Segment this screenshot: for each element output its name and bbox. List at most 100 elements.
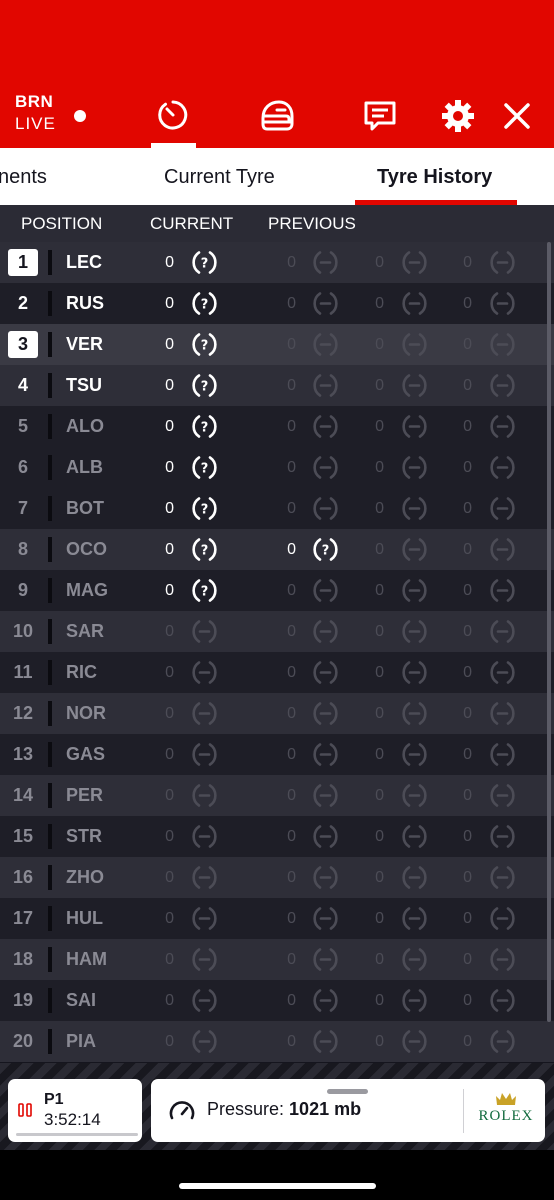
previous-tyre-laps: 0 bbox=[287, 951, 296, 968]
previous-tyre-laps: 0 bbox=[287, 623, 296, 640]
table-row[interactable]: 8 OCO 0? 0? 0 0 bbox=[0, 529, 554, 570]
driver-code: MAG bbox=[66, 580, 108, 600]
no-tyre-icon bbox=[190, 617, 219, 646]
no-tyre-icon bbox=[190, 986, 219, 1015]
tab-tyre-history[interactable]: Tyre History bbox=[377, 148, 492, 205]
tab-previous[interactable]: nents bbox=[0, 148, 47, 205]
table-row[interactable]: 18 HAM 0 0 0 0 bbox=[0, 939, 554, 980]
driver-code: NOR bbox=[66, 703, 106, 723]
driver-code: OCO bbox=[66, 539, 108, 559]
no-tyre-icon bbox=[311, 494, 340, 523]
table-row[interactable]: 16 ZHO 0 0 0 0 bbox=[0, 857, 554, 898]
driver-code: HUL bbox=[66, 908, 103, 928]
table-row[interactable]: 5 ALO 0? 0 0 0 bbox=[0, 406, 554, 447]
previous-tyre-laps: 0 bbox=[375, 951, 384, 968]
table-row[interactable]: 13 GAS 0 0 0 0 bbox=[0, 734, 554, 775]
previous-tyre-laps: 0 bbox=[463, 1033, 472, 1050]
previous-tyre-laps: 0 bbox=[375, 746, 384, 763]
no-tyre-icon bbox=[488, 494, 517, 523]
no-tyre-icon bbox=[311, 576, 340, 605]
current-tyre-laps: 0 bbox=[165, 705, 174, 722]
no-tyre-icon bbox=[400, 535, 429, 564]
no-tyre-icon bbox=[488, 822, 517, 851]
driver-code: ALO bbox=[66, 416, 104, 436]
radio-messages-icon[interactable] bbox=[358, 94, 402, 138]
no-tyre-icon bbox=[400, 494, 429, 523]
previous-tyre-laps: 0 bbox=[287, 336, 296, 353]
tab-current-tyre[interactable]: Current Tyre bbox=[164, 148, 275, 205]
table-row[interactable]: 20 PIA 0 0 0 0 bbox=[0, 1021, 554, 1062]
no-tyre-icon bbox=[488, 412, 517, 441]
previous-tyre-laps: 0 bbox=[463, 746, 472, 763]
table-row[interactable]: 12 NOR 0 0 0 0 bbox=[0, 693, 554, 734]
previous-tyre-laps: 0 bbox=[287, 910, 296, 927]
driver-code: PER bbox=[66, 785, 104, 805]
no-tyre-icon bbox=[311, 822, 340, 851]
home-indicator[interactable] bbox=[179, 1183, 376, 1189]
svg-text:?: ? bbox=[201, 544, 209, 559]
position-number: 13 bbox=[12, 744, 34, 764]
driver-code: PIA bbox=[66, 1031, 97, 1051]
no-tyre-icon bbox=[488, 986, 517, 1015]
gear-icon[interactable] bbox=[436, 94, 480, 138]
previous-tyre-laps: 0 bbox=[375, 500, 384, 517]
svg-text:?: ? bbox=[201, 585, 209, 600]
session-code: BRN bbox=[15, 92, 54, 111]
no-tyre-icon bbox=[488, 1027, 517, 1056]
table-row[interactable]: 15 STR 0 0 0 0 bbox=[0, 816, 554, 857]
table-row[interactable]: 9 MAG 0? 0 0 0 bbox=[0, 570, 554, 611]
table-row[interactable]: 10 SAR 0 0 0 0 bbox=[0, 611, 554, 652]
tyre-history-table: 1 LEC 0? 0 0 0 2 RUS 0? 0 0 0 3 VER 0? 0 0 0 4 TSU 0? 0 0 0 5 ALO… bbox=[0, 242, 554, 1062]
column-position: POSITION bbox=[21, 214, 103, 233]
session-card[interactable]: P1 3:52:14 bbox=[8, 1079, 142, 1142]
current-tyre-laps: 0 bbox=[165, 787, 174, 804]
position-number: 19 bbox=[12, 990, 34, 1010]
previous-tyre-laps: 0 bbox=[463, 418, 472, 435]
driver-code: STR bbox=[66, 826, 102, 846]
no-tyre-icon bbox=[311, 904, 340, 933]
scrollbar[interactable] bbox=[547, 242, 551, 1022]
tab-bar: nents Current Tyre Tyre History bbox=[0, 148, 554, 205]
no-tyre-icon bbox=[190, 740, 219, 769]
no-tyre-icon bbox=[190, 699, 219, 728]
svg-text:?: ? bbox=[201, 339, 209, 354]
table-row[interactable]: 4 TSU 0? 0 0 0 bbox=[0, 365, 554, 406]
previous-tyre-laps: 0 bbox=[375, 582, 384, 599]
position-number: 11 bbox=[13, 662, 33, 682]
close-icon[interactable] bbox=[495, 94, 539, 138]
previous-tyre-laps: 0 bbox=[463, 992, 472, 1009]
no-tyre-icon bbox=[400, 822, 429, 851]
sponsor-logo: ROLEX bbox=[473, 1087, 539, 1133]
table-row[interactable]: 11 RIC 0 0 0 0 bbox=[0, 652, 554, 693]
table-row[interactable]: 1 LEC 0? 0 0 0 bbox=[0, 242, 554, 283]
table-row[interactable]: 19 SAI 0 0 0 0 bbox=[0, 980, 554, 1021]
table-row[interactable]: 2 RUS 0? 0 0 0 bbox=[0, 283, 554, 324]
previous-tyre-laps: 0 bbox=[375, 418, 384, 435]
table-row[interactable]: 14 PER 0 0 0 0 bbox=[0, 775, 554, 816]
table-row[interactable]: 3 VER 0? 0 0 0 bbox=[0, 324, 554, 365]
no-tyre-icon bbox=[400, 863, 429, 892]
pause-icon bbox=[18, 1103, 32, 1117]
previous-tyre-laps: 0 bbox=[375, 1033, 384, 1050]
current-tyre-laps: 0 bbox=[165, 459, 174, 476]
svg-text:?: ? bbox=[201, 380, 209, 395]
no-tyre-icon bbox=[190, 904, 219, 933]
current-tyre-laps: 0 bbox=[165, 869, 174, 886]
unknown-tyre-icon: ? bbox=[190, 248, 219, 277]
current-tyre-laps: 0 bbox=[165, 295, 174, 312]
table-row[interactable]: 6 ALB 0? 0 0 0 bbox=[0, 447, 554, 488]
table-row[interactable]: 17 HUL 0 0 0 0 bbox=[0, 898, 554, 939]
timer-icon[interactable] bbox=[151, 94, 195, 138]
no-tyre-icon bbox=[190, 1027, 219, 1056]
no-tyre-icon bbox=[488, 453, 517, 482]
helmet-icon[interactable] bbox=[255, 94, 299, 138]
no-tyre-icon bbox=[311, 863, 340, 892]
drag-handle[interactable] bbox=[327, 1089, 368, 1094]
svg-text:?: ? bbox=[201, 462, 209, 477]
weather-card[interactable]: Pressure: 1021 mb ROLEX bbox=[151, 1079, 545, 1142]
unknown-tyre-icon: ? bbox=[190, 330, 219, 359]
pressure-value: 1021 mb bbox=[289, 1099, 362, 1119]
previous-tyre-laps: 0 bbox=[287, 869, 296, 886]
no-tyre-icon bbox=[311, 371, 340, 400]
table-row[interactable]: 7 BOT 0? 0 0 0 bbox=[0, 488, 554, 529]
